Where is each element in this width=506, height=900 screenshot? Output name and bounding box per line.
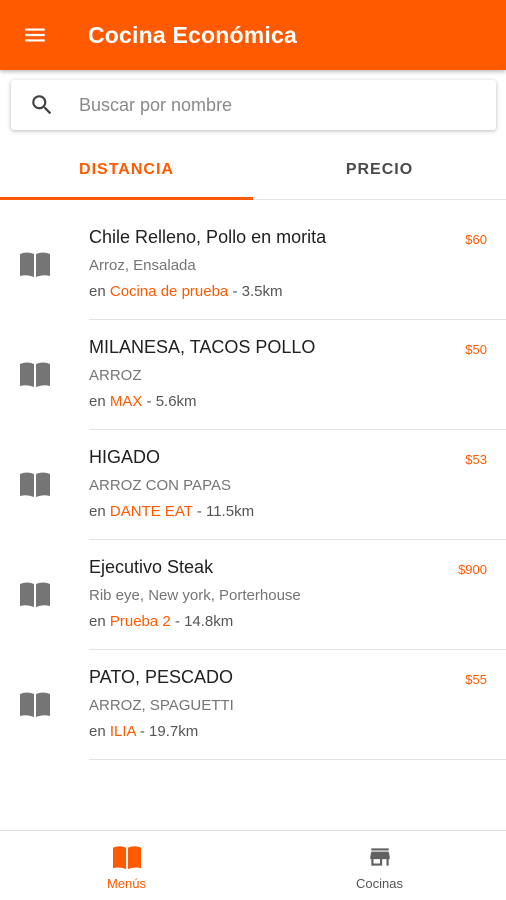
list-item[interactable]: HIGADO $53 ARROZ CON PAPAS en DANTE EAT … — [0, 430, 506, 540]
search-icon — [11, 92, 73, 118]
dish-location: en Prueba 2 - 14.8km — [89, 613, 233, 630]
dish-sides: ARROZ — [89, 367, 142, 384]
dish-sides: ARROZ CON PAPAS — [89, 477, 231, 494]
tab-distancia[interactable]: DISTANCIA — [0, 141, 253, 200]
distance: - 3.5km — [228, 283, 283, 300]
location-prefix: en — [89, 613, 110, 630]
location-prefix: en — [89, 393, 110, 410]
list-item[interactable]: PATO, PESCADO $55 ARROZ, SPAGUETTI en IL… — [0, 650, 506, 760]
dish-title: MILANESA, TACOS POLLO — [89, 337, 316, 357]
kitchen-name: MAX — [109, 393, 143, 410]
sort-tabs: DISTANCIA PRECIO — [0, 141, 506, 200]
dish-location: en MAX - 5.6km — [89, 393, 197, 410]
dish-location: en DANTE EAT - 11.5km — [89, 503, 254, 520]
dish-title: HIGADO — [89, 447, 161, 467]
list-item[interactable]: MILANESA, TACOS POLLO $50 ARROZ en MAX -… — [0, 320, 506, 430]
dish-sides: Rib eye, New york, Porterhouse — [89, 587, 301, 604]
distance: - 14.8km — [170, 613, 234, 630]
list-item[interactable]: Chile Relleno, Pollo en morita $60 Arroz… — [0, 210, 506, 320]
list-item-content: Ejecutivo Steak $900 Rib eye, New york, … — [89, 540, 506, 650]
dish-location: en Cocina de prueba - 3.5km — [89, 283, 282, 300]
kitchen-name: Prueba 2 — [109, 613, 171, 630]
list-item-content: Chile Relleno, Pollo en morita $60 Arroz… — [89, 210, 506, 320]
dish-sides: Arroz, Ensalada — [89, 257, 196, 274]
dish-title: Ejecutivo Steak — [89, 557, 214, 577]
dish-price: $900 — [458, 562, 487, 577]
list-item[interactable]: Ejecutivo Steak $900 Rib eye, New york, … — [0, 540, 506, 650]
app-bar: Cocina Económica — [0, 0, 506, 70]
dish-sides: ARROZ, SPAGUETTI — [89, 697, 234, 714]
location-prefix: en — [89, 723, 110, 740]
kitchen-name: Cocina de prueba — [109, 283, 229, 300]
menu-book-icon — [20, 581, 50, 607]
nav-menus[interactable]: Menús — [0, 831, 253, 900]
menu-book-icon — [112, 846, 141, 870]
nav-cocinas[interactable]: Cocinas — [253, 831, 506, 900]
store-icon — [369, 848, 390, 866]
location-prefix: en — [89, 283, 110, 300]
list-item-content: MILANESA, TACOS POLLO $50 ARROZ en MAX -… — [89, 320, 506, 430]
distance: - 11.5km — [192, 503, 255, 520]
dish-title: PATO, PESCADO — [89, 667, 234, 687]
dish-price: $60 — [465, 232, 487, 247]
nav-menus-label: Menús — [106, 876, 147, 891]
hamburger-menu-icon[interactable] — [0, 0, 70, 70]
app-title: Cocina Económica — [88, 21, 297, 48]
dish-title: Chile Relleno, Pollo en morita — [89, 227, 327, 247]
distance: - 19.7km — [135, 723, 199, 740]
dish-price: $53 — [465, 452, 487, 467]
dish-price: $50 — [465, 342, 487, 357]
bottom-navigation: Menús Cocinas — [0, 830, 506, 900]
app-root: Cocina Económica DISTANCIA PRECIO Chile … — [0, 0, 506, 900]
search-input[interactable] — [79, 94, 479, 116]
menu-list: Chile Relleno, Pollo en morita $60 Arroz… — [0, 210, 506, 760]
kitchen-name: ILIA — [109, 723, 136, 740]
tab-precio[interactable]: PRECIO — [253, 141, 506, 199]
list-item-content: PATO, PESCADO $55 ARROZ, SPAGUETTI en IL… — [89, 650, 506, 760]
kitchen-name: DANTE EAT — [109, 503, 193, 520]
menu-book-icon — [20, 691, 50, 717]
menu-book-icon — [20, 361, 50, 387]
location-prefix: en — [89, 503, 110, 520]
menu-book-icon — [20, 251, 50, 277]
dish-location: en ILIA - 19.7km — [89, 723, 198, 740]
menu-book-icon — [20, 471, 50, 497]
search-bar[interactable] — [11, 80, 496, 130]
nav-cocinas-label: Cocinas — [356, 876, 403, 891]
distance: - 5.6km — [142, 393, 197, 410]
dish-price: $55 — [465, 672, 487, 687]
list-item-content: HIGADO $53 ARROZ CON PAPAS en DANTE EAT … — [89, 430, 506, 540]
